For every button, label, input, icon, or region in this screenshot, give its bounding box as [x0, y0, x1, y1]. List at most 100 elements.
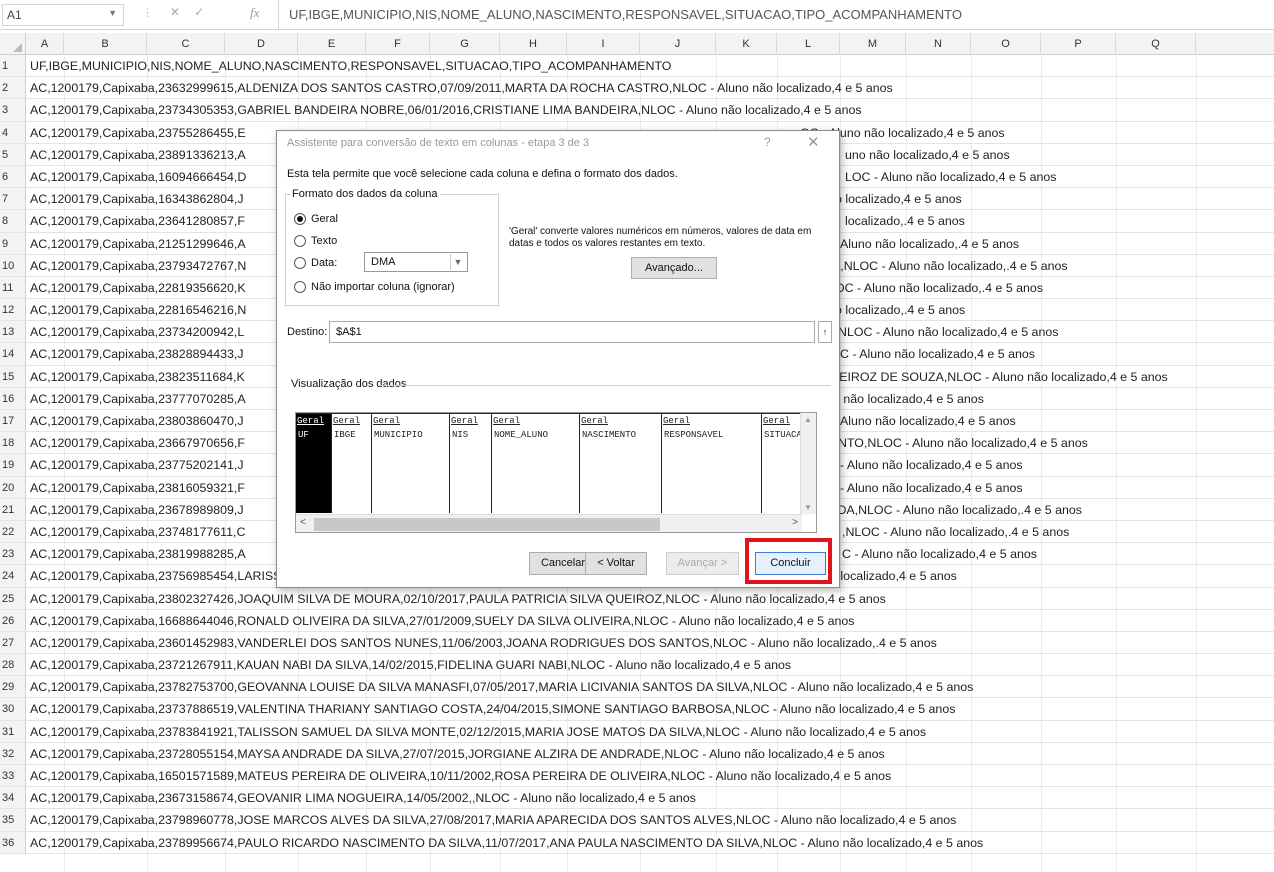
row-header[interactable]: 30 — [0, 698, 26, 720]
column-header[interactable]: F — [366, 33, 430, 55]
cell-text[interactable]: AC,1200179,Capixaba,23721267911,KAUAN NA… — [30, 654, 791, 675]
cell-text[interactable]: AC,1200179,Capixaba,23734200942,L — [30, 321, 244, 342]
cell-text[interactable]: AC,1200179,Capixaba,22819356620,K — [30, 277, 246, 298]
preview-column[interactable]: Geral UF — [296, 413, 332, 513]
select-all-button[interactable] — [0, 33, 26, 55]
row-header[interactable]: 25 — [0, 587, 26, 609]
column-header[interactable]: I — [567, 33, 640, 55]
cell-text[interactable]: AC,1200179,Capixaba,16343862804,J — [30, 188, 244, 209]
row-header[interactable]: 11 — [0, 276, 26, 299]
cell-text[interactable]: AC,1200179,Capixaba,23641280857,F — [30, 210, 245, 231]
cell-text[interactable]: AC,1200179,Capixaba,23793472767,N — [30, 255, 246, 276]
row-header[interactable]: 10 — [0, 254, 26, 276]
finish-button[interactable]: Concluir — [755, 552, 826, 575]
row-header[interactable]: 14 — [0, 343, 26, 365]
preview-column[interactable]: Geral NASCIMENTO — [580, 413, 662, 513]
row-header[interactable]: 7 — [0, 188, 26, 210]
cell-text[interactable]: AC,1200179,Capixaba,23816059321,F — [30, 477, 245, 498]
radio-icon[interactable] — [294, 235, 306, 247]
row-header[interactable]: 29 — [0, 676, 26, 698]
destination-input[interactable]: $A$1 — [329, 321, 815, 343]
range-picker-icon[interactable]: ↑ — [818, 321, 832, 343]
row-header[interactable]: 20 — [0, 476, 26, 498]
row-header[interactable]: 31 — [0, 720, 26, 742]
name-box[interactable]: A1 ▼ — [2, 4, 124, 26]
cell-text[interactable]: AC,1200179,Capixaba,16688644046,RONALD O… — [30, 610, 855, 631]
column-header[interactable]: J — [640, 33, 716, 55]
scroll-up-icon[interactable]: ▲ — [804, 415, 812, 424]
scrollbar-thumb[interactable] — [314, 518, 660, 531]
row-header[interactable]: 5 — [0, 143, 26, 165]
cell-text[interactable]: AC,1200179,Capixaba,23678989809,J — [30, 499, 244, 520]
cell-text[interactable]: AC,1200179,Capixaba,23783841921,TALISSON… — [30, 721, 926, 742]
row-header[interactable]: 24 — [0, 565, 26, 587]
column-header[interactable]: E — [298, 33, 366, 55]
column-header[interactable]: C — [147, 33, 225, 55]
chevron-down-icon[interactable]: ▼ — [108, 8, 117, 18]
cell-text[interactable]: AC,1200179,Capixaba,16094666454,D — [30, 166, 246, 187]
column-header[interactable]: M — [840, 33, 906, 55]
row-header[interactable]: 1 — [0, 55, 26, 77]
cell-text[interactable]: AC,1200179,Capixaba,16501571589,MATEUS P… — [30, 765, 891, 786]
confirm-icon[interactable]: ✓ — [194, 5, 218, 19]
cell-text[interactable]: AC,1200179,Capixaba,23803860470,J — [30, 410, 244, 431]
row-header[interactable]: 22 — [0, 520, 26, 543]
cell-text[interactable]: AC,1200179,Capixaba,23775202141,J — [30, 454, 244, 475]
chevron-down-icon[interactable]: ▼ — [450, 254, 465, 270]
radio-general[interactable]: Geral — [294, 213, 338, 225]
radio-text[interactable]: Texto — [294, 235, 337, 247]
row-header[interactable]: 18 — [0, 432, 26, 454]
row-header[interactable]: 23 — [0, 543, 26, 565]
date-format-select[interactable]: DMA ▼ — [364, 252, 468, 272]
cell-text[interactable]: AC,1200179,Capixaba,23601452983,VANDERLE… — [30, 632, 937, 653]
preview-column[interactable]: Geral MUNICIPIO — [372, 413, 450, 513]
radio-skip[interactable]: Não importar coluna (ignorar) — [294, 281, 455, 293]
row-header[interactable]: 19 — [0, 454, 26, 476]
row-header[interactable]: 4 — [0, 121, 26, 143]
row-header[interactable]: 15 — [0, 365, 26, 387]
row-header[interactable]: 8 — [0, 210, 26, 232]
preview-column[interactable]: Geral NIS — [450, 413, 492, 513]
row-header[interactable]: 27 — [0, 631, 26, 654]
row-header[interactable]: 2 — [0, 77, 26, 99]
close-icon[interactable]: ✕ — [807, 133, 820, 151]
row-header[interactable]: 16 — [0, 387, 26, 409]
cell-text[interactable]: AC,1200179,Capixaba,23673158674,GEOVANIR… — [30, 787, 696, 808]
radio-checked-icon[interactable] — [294, 213, 306, 225]
cell-text[interactable]: AC,1200179,Capixaba,23748177611,C — [30, 521, 245, 542]
preview-column[interactable]: Geral RESPONSAVEL — [662, 413, 762, 513]
back-button[interactable]: < Voltar — [585, 552, 647, 575]
cell-text[interactable]: UF,IBGE,MUNICIPIO,NIS,NOME_ALUNO,NASCIME… — [30, 55, 671, 76]
cell-text[interactable]: AC,1200179,Capixaba,23755286455,E — [30, 122, 246, 143]
cell-text[interactable]: AC,1200179,Capixaba,21251299646,A — [30, 233, 246, 254]
cell-text[interactable]: AC,1200179,Capixaba,23891336213,A — [30, 144, 246, 165]
column-header[interactable]: B — [64, 33, 147, 55]
preview-column[interactable]: Geral NOME_ALUNO — [492, 413, 580, 513]
cell-text[interactable]: AC,1200179,Capixaba,23734305353,GABRIEL … — [30, 99, 862, 120]
preview-column[interactable]: Geral SITUACA — [762, 413, 802, 513]
cancel-icon[interactable]: ✕ — [170, 5, 194, 19]
row-header[interactable]: 12 — [0, 299, 26, 321]
preview-horizontal-scrollbar[interactable]: < > — [296, 514, 802, 532]
cell-text[interactable]: AC,1200179,Capixaba,23728055154,MAYSA AN… — [30, 743, 885, 764]
row-header[interactable]: 35 — [0, 809, 26, 831]
cell-text[interactable]: AC,1200179,Capixaba,23782753700,GEOVANNA… — [30, 676, 973, 697]
radio-icon[interactable] — [294, 257, 306, 269]
row-header[interactable]: 32 — [0, 742, 26, 764]
radio-icon[interactable] — [294, 281, 306, 293]
row-header[interactable]: 3 — [0, 99, 26, 121]
column-header[interactable]: N — [906, 33, 971, 55]
radio-date[interactable]: Data: — [294, 257, 337, 269]
advanced-button[interactable]: Avançado... — [631, 257, 717, 279]
row-header[interactable]: 33 — [0, 765, 26, 787]
column-header[interactable]: L — [777, 33, 840, 55]
scroll-down-icon[interactable]: ▼ — [804, 503, 812, 512]
cell-text[interactable]: AC,1200179,Capixaba,23777070285,A — [30, 388, 246, 409]
preview-column[interactable]: Geral IBGE — [332, 413, 372, 513]
row-header[interactable]: 6 — [0, 165, 26, 188]
help-icon[interactable]: ? — [764, 135, 771, 149]
cell-text[interactable]: AC,1200179,Capixaba,23802327426,JOAQUIM … — [30, 588, 886, 609]
fx-icon[interactable]: fx — [250, 5, 259, 21]
cell-text[interactable]: AC,1200179,Capixaba,22816546216,N — [30, 299, 246, 320]
formula-input[interactable]: UF,IBGE,MUNICIPIO,NIS,NOME_ALUNO,NASCIME… — [278, 0, 1272, 30]
